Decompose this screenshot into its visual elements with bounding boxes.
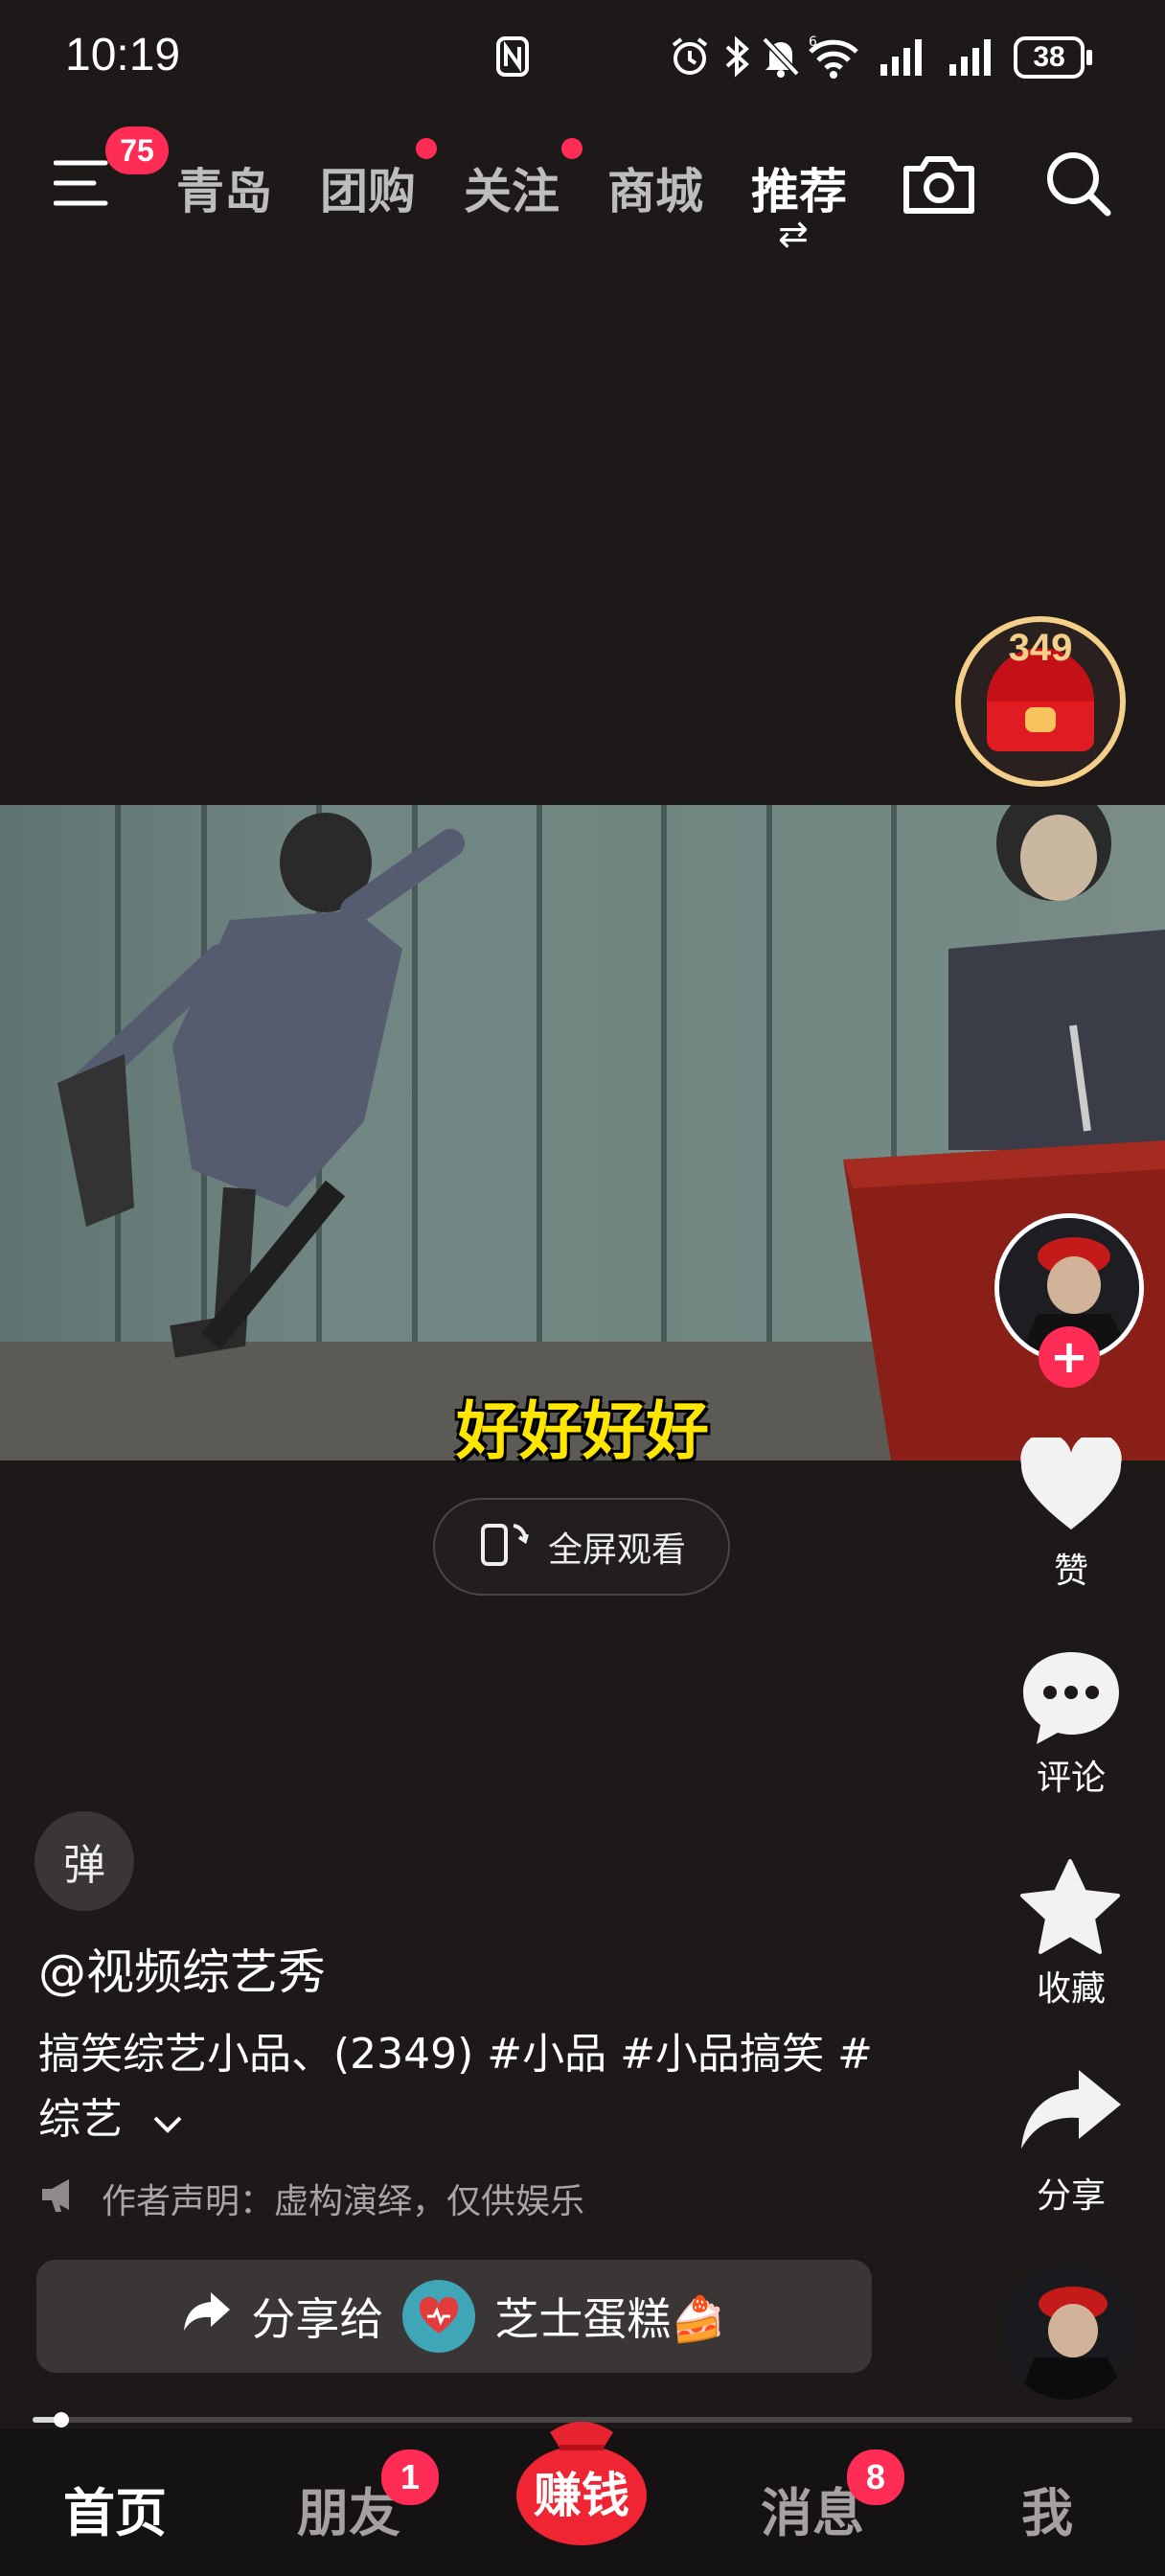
wifi-6-icon: 6 bbox=[807, 33, 860, 80]
danmaku-label: 弹 bbox=[63, 1841, 105, 1890]
video-frame-figures bbox=[57, 805, 1165, 1460]
nav-home[interactable]: 首页 bbox=[63, 2471, 167, 2546]
progress-handle[interactable] bbox=[53, 2412, 69, 2427]
tab-qingdao[interactable]: 青岛 bbox=[176, 153, 272, 222]
fullscreen-label: 全屏观看 bbox=[547, 1530, 686, 1570]
friends-badge: 1 bbox=[381, 2450, 439, 2505]
signal-2-icon bbox=[947, 33, 996, 80]
danmaku-toggle[interactable]: 弹 bbox=[34, 1811, 134, 1911]
like-label: 赞 bbox=[1053, 1552, 1088, 1591]
status-time: 10:19 bbox=[65, 30, 181, 80]
search-icon[interactable] bbox=[1044, 150, 1113, 218]
nfc-icon bbox=[491, 33, 535, 80]
comment-icon[interactable] bbox=[1019, 1648, 1123, 1748]
svg-text:6: 6 bbox=[809, 34, 817, 50]
fullscreen-button[interactable]: 全屏观看 bbox=[433, 1498, 730, 1596]
signal-1-icon bbox=[878, 33, 927, 80]
video-player[interactable] bbox=[0, 805, 1165, 1460]
battery-icon: 38 bbox=[1014, 36, 1092, 79]
share-to-label: 分享给 bbox=[251, 2293, 384, 2345]
favorite-icon[interactable] bbox=[1017, 1857, 1123, 1959]
chevron-down-icon[interactable] bbox=[151, 2089, 184, 2154]
tab-follow[interactable]: 关注 bbox=[464, 153, 560, 222]
tab-mall[interactable]: 商城 bbox=[607, 153, 703, 222]
rotate-screen-icon bbox=[477, 1516, 531, 1578]
author-declaration: 作者声明：虚构演绎，仅供娱乐 bbox=[38, 2174, 584, 2223]
share-arrow-icon bbox=[182, 2290, 232, 2343]
music-disc[interactable] bbox=[1000, 2266, 1134, 2400]
share-target-name: 芝士蛋糕🍰 bbox=[494, 2293, 726, 2345]
tab-follow-dot bbox=[561, 138, 582, 159]
author-name[interactable]: @视频综艺秀 bbox=[38, 1934, 326, 2003]
video-subtitle: 好好好好 bbox=[456, 1394, 709, 1468]
like-icon[interactable] bbox=[1019, 1433, 1123, 1533]
tab-group-buy-dot bbox=[416, 138, 437, 159]
megaphone-icon bbox=[38, 2175, 80, 2222]
share-icon[interactable] bbox=[1017, 2066, 1123, 2152]
share-to-friend-bar[interactable]: 分享给 芝士蛋糕🍰 bbox=[36, 2260, 872, 2373]
comment-label: 评论 bbox=[1036, 1759, 1106, 1798]
camera-icon[interactable] bbox=[901, 151, 977, 217]
share-label: 分享 bbox=[1036, 2176, 1106, 2216]
declaration-text: 作者声明：虚构演绎，仅供娱乐 bbox=[102, 2182, 585, 2221]
tab-group-buy[interactable]: 团购 bbox=[320, 153, 416, 222]
follow-button[interactable]: + bbox=[1039, 1326, 1100, 1388]
mute-icon bbox=[759, 33, 803, 80]
alarm-icon bbox=[667, 33, 713, 80]
favorite-label: 收藏 bbox=[1036, 1969, 1106, 2009]
menu-icon[interactable] bbox=[53, 159, 111, 207]
red-packet-count: 349 bbox=[1008, 627, 1073, 669]
swap-icon[interactable]: ⇄ bbox=[778, 213, 809, 255]
earn-money-label: 赚钱 bbox=[534, 2468, 629, 2523]
top-navigation bbox=[0, 134, 1165, 268]
friend-avatar bbox=[402, 2280, 476, 2353]
nav-me[interactable]: 我 bbox=[1021, 2471, 1073, 2546]
status-bar: 10:19 6 38 bbox=[0, 0, 1165, 115]
bluetooth-icon bbox=[720, 33, 753, 80]
messages-badge: 8 bbox=[847, 2450, 904, 2505]
menu-badge: 75 bbox=[105, 126, 169, 174]
post-description: 搞笑综艺小品、(2349) #小品 #小品搞笑 #综艺 bbox=[38, 2022, 901, 2154]
